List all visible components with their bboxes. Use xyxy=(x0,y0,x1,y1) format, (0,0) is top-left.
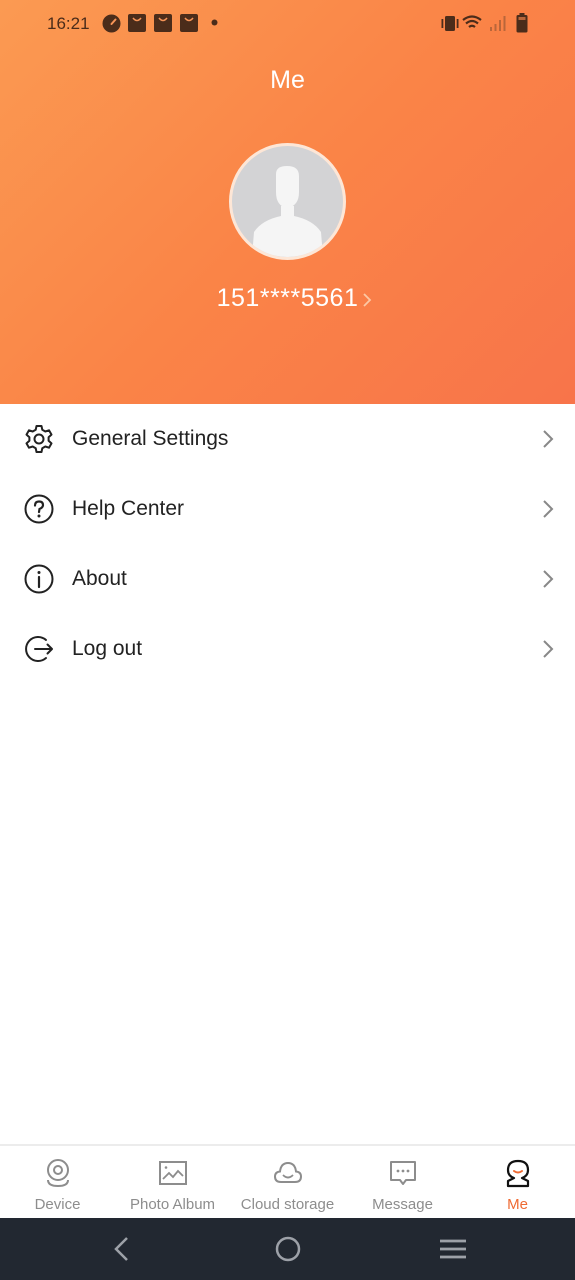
page-title: Me xyxy=(270,66,305,94)
menu-item-help-center[interactable]: Help Center xyxy=(0,474,575,544)
system-navigation-bar xyxy=(0,1218,575,1280)
tab-photo-album[interactable]: Photo Album xyxy=(115,1146,230,1218)
status-time: 16:21 xyxy=(47,14,90,33)
tab-me[interactable]: Me xyxy=(460,1146,575,1218)
account-row[interactable]: 151****5561 xyxy=(0,284,575,313)
menu-item-general-settings[interactable]: General Settings xyxy=(0,404,575,474)
menu-item-label: Help Center xyxy=(72,497,185,520)
help-circle-icon xyxy=(24,494,54,524)
menu-item-log-out[interactable]: Log out xyxy=(0,614,575,684)
tab-message[interactable]: Message xyxy=(345,1146,460,1218)
bottom-tab-bar: Device Photo Album Cloud storage Message xyxy=(0,1144,575,1218)
user-silhouette-icon xyxy=(252,166,323,257)
cloud-icon xyxy=(273,1161,302,1183)
chevron-right-icon xyxy=(543,430,554,448)
menu-item-label: About xyxy=(72,567,127,590)
info-circle-icon xyxy=(24,564,54,594)
avatar[interactable] xyxy=(229,143,346,260)
menu-icon[interactable] xyxy=(438,1234,468,1264)
shopping-bag-icon xyxy=(128,14,146,32)
message-icon xyxy=(389,1161,416,1185)
photo-album-icon xyxy=(158,1161,187,1185)
chevron-right-icon xyxy=(543,500,554,518)
tab-cloud-storage[interactable]: Cloud storage xyxy=(230,1146,345,1218)
tab-label: Me xyxy=(507,1196,528,1213)
shopping-bag-icon xyxy=(154,14,172,32)
wifi-icon xyxy=(462,15,482,28)
tab-label: Device xyxy=(34,1196,81,1213)
chevron-right-icon xyxy=(543,640,554,658)
vibrate-icon xyxy=(441,16,459,31)
tab-device[interactable]: Device xyxy=(0,1146,115,1218)
user-icon xyxy=(506,1159,529,1188)
shopping-bag-icon xyxy=(180,14,198,32)
menu-item-about[interactable]: About xyxy=(0,544,575,614)
chevron-right-icon xyxy=(363,293,372,307)
menu-item-label: Log out xyxy=(72,637,143,660)
menu-item-label: General Settings xyxy=(72,427,229,450)
signal-icon xyxy=(490,16,506,31)
tab-label: Photo Album xyxy=(129,1196,216,1213)
tab-label: Cloud storage xyxy=(240,1196,335,1213)
status-bar: 16:21 xyxy=(0,0,575,48)
camera-device-icon xyxy=(46,1159,69,1188)
back-icon[interactable] xyxy=(107,1234,137,1264)
gear-icon xyxy=(25,425,53,453)
settings-menu: General Settings Help Center About Log o… xyxy=(0,404,575,684)
account-phone: 151****5561 xyxy=(216,284,359,312)
speedometer-icon xyxy=(102,14,121,33)
battery-icon xyxy=(516,13,528,33)
logout-icon xyxy=(25,636,53,662)
profile-header: 16:21 Me 151****5561 xyxy=(0,0,575,404)
tab-label: Message xyxy=(372,1196,433,1213)
home-icon[interactable] xyxy=(273,1234,303,1264)
chevron-right-icon xyxy=(543,570,554,588)
dot-icon xyxy=(211,19,218,26)
me-screen: 16:21 Me 151****5561 General Settings He… xyxy=(0,0,575,1280)
